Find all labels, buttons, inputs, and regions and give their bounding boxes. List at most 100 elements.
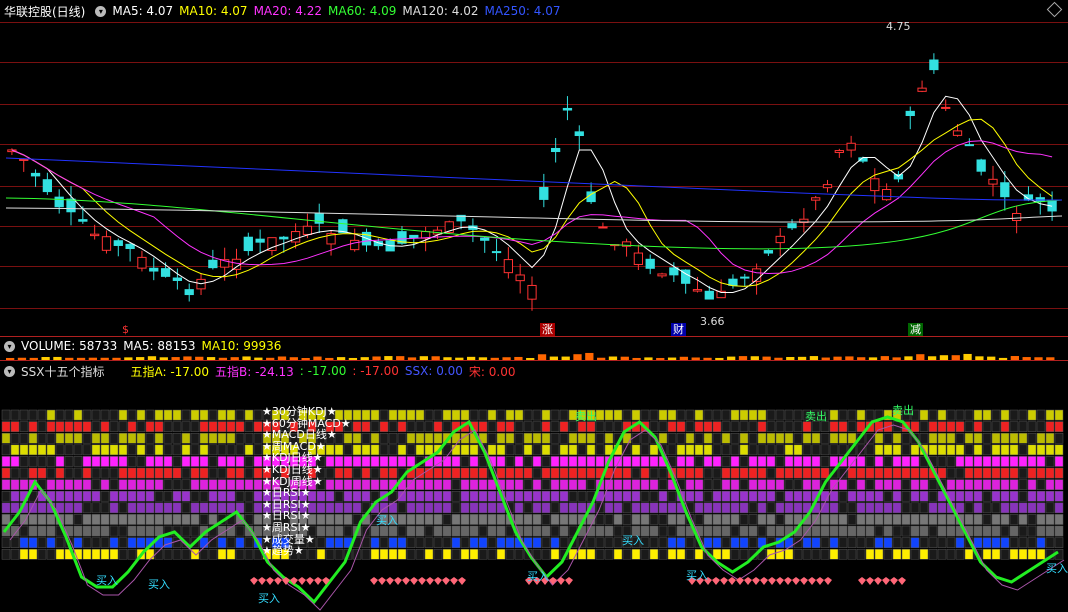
indicator-cell: [559, 421, 569, 432]
indicator-cell: [550, 432, 560, 444]
finance-marker[interactable]: 财: [671, 323, 686, 336]
indicator-cell: [604, 502, 614, 514]
indicator-cell: [874, 537, 884, 548]
indicator-cell: [802, 479, 812, 490]
indicator-cell: [469, 456, 479, 467]
indicator-cell: [919, 490, 929, 502]
indicator-cell: [982, 548, 992, 560]
indicator-cell: [1027, 467, 1037, 479]
ssx-settings-icon[interactable]: ▾: [4, 365, 15, 377]
indicator-cell: [397, 537, 407, 548]
diamond-signal: [768, 577, 776, 585]
indicator-cell: [685, 409, 695, 421]
diamond-signal: [378, 577, 386, 585]
reduce-marker[interactable]: 减: [908, 323, 923, 336]
indicator-cell: [847, 514, 857, 525]
indicator-cell: [1, 537, 11, 548]
indicator-cell: [568, 490, 578, 502]
indicator-cell: [883, 525, 893, 537]
volume-panel[interactable]: ▾ VOLUME: 58733 MA5: 88153 MA10: 99936: [0, 338, 1068, 362]
indicator-cell: [793, 409, 803, 421]
indicator-cell: [100, 537, 110, 548]
indicator-cell: [397, 490, 407, 502]
indicator-cell: [991, 548, 1001, 560]
indicator-cell: [658, 490, 668, 502]
indicator-cell: [685, 456, 695, 467]
indicator-cell: [649, 537, 659, 548]
indicator-cell: [721, 490, 731, 502]
indicator-cell: [397, 409, 407, 421]
volume-settings-icon[interactable]: ▾: [4, 340, 15, 352]
indicator-cell: [217, 456, 227, 467]
candle-body: [669, 267, 679, 276]
candle-body: [834, 150, 844, 153]
rise-marker[interactable]: 涨: [540, 323, 555, 336]
indicator-cell: [865, 490, 875, 502]
indicator-cell: [10, 456, 20, 467]
indicator-cell: [460, 548, 470, 560]
indicator-cell: [874, 525, 884, 537]
indicator-cell: [892, 444, 902, 456]
indicator-cell: [46, 444, 56, 456]
indicator-cell: [766, 432, 776, 444]
indicator-cell: [550, 525, 560, 537]
indicator-cell: [91, 525, 101, 537]
dividend-marker[interactable]: $: [120, 323, 131, 336]
indicator-cell: [955, 444, 965, 456]
indicator-cell: [1036, 421, 1046, 432]
indicator-cell: [55, 537, 65, 548]
indicator-cell: [955, 432, 965, 444]
indicator-cell: [784, 548, 794, 560]
indicator-cell: [721, 467, 731, 479]
indicator-cell: [100, 548, 110, 560]
candle-body: [846, 142, 856, 151]
indicator-cell: [397, 514, 407, 525]
settings-circle-icon[interactable]: ▾: [95, 5, 107, 17]
indicator-cell: [613, 548, 623, 560]
indicator-cell: [154, 490, 164, 502]
candle-body: [231, 258, 242, 270]
indicator-cell: [820, 548, 830, 560]
indicator-cell: [721, 432, 731, 444]
candle-body: [822, 184, 833, 189]
indicator-cell: [856, 525, 866, 537]
indicator-cell: [424, 548, 434, 560]
indicator-cell: [856, 479, 866, 490]
indicator-cell: [568, 479, 578, 490]
indicator-cell: [847, 467, 857, 479]
indicator-cell: [73, 467, 83, 479]
indicator-cell: [829, 548, 839, 560]
indicator-cell: [181, 432, 191, 444]
indicator-cell: [586, 456, 596, 467]
indicator-cell: [838, 421, 848, 432]
indicator-cell: [775, 456, 785, 467]
ssx-indicator-panel[interactable]: 买入 买入 买入 买入 买入 买入 买入 买入 卖出 卖出 卖出 ▾ SSX十五个指标 五指A: -…: [0, 362, 1068, 612]
indicator-cell: [1000, 479, 1010, 490]
indicator-cell: [856, 502, 866, 514]
indicator-cell: [721, 479, 731, 490]
indicator-cell: [244, 490, 254, 502]
candle-body: [338, 219, 348, 234]
indicator-cell: [991, 537, 1001, 548]
indicator-cell: [235, 537, 245, 548]
indicator-cell: [1036, 444, 1046, 456]
indicator-cell: [109, 537, 119, 548]
indicator-cell: [892, 502, 902, 514]
indicator-cell: [244, 456, 254, 467]
indicator-cell: [784, 456, 794, 467]
indicator-cell: [1027, 490, 1037, 502]
price-chart-panel[interactable]: 华联控股(日线) ▾ MA5: 4.07 MA10: 4.07 MA20: 4.…: [0, 0, 1068, 338]
indicator-cell: [361, 421, 371, 432]
indicator-cell: [523, 514, 533, 525]
indicator-cell: [937, 432, 947, 444]
indicator-cell: [370, 537, 380, 548]
indicator-cell: [532, 421, 542, 432]
indicator-cell: [253, 525, 263, 537]
indicator-cell: [91, 537, 101, 548]
indicator-cell: [397, 432, 407, 444]
indicator-cell: [118, 409, 128, 421]
indicator-cell: [892, 490, 902, 502]
indicator-cell: [487, 409, 497, 421]
indicator-cell: [622, 514, 632, 525]
indicator-cell: [1036, 479, 1046, 490]
